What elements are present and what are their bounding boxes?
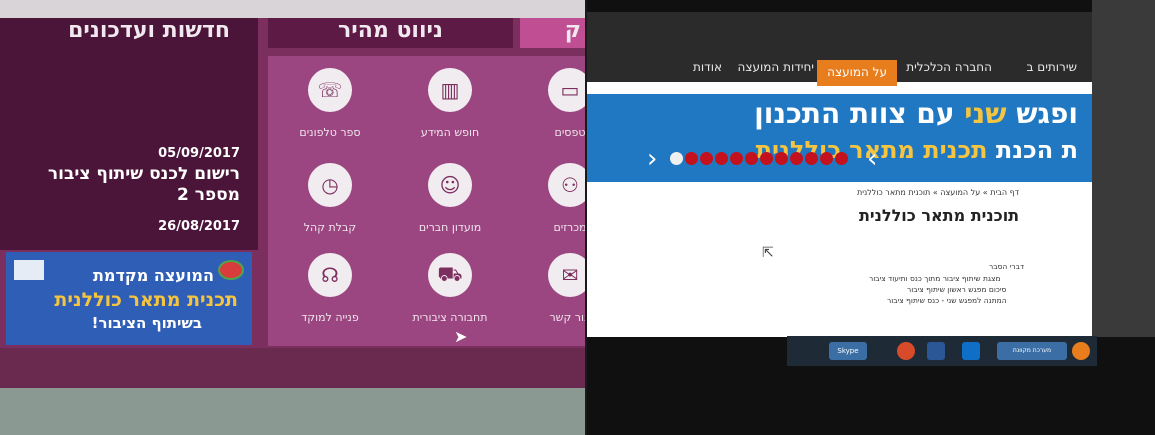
news-header: חדשות ועדכונים: [68, 18, 230, 43]
hero-highlight: שני: [964, 97, 1007, 130]
bottom-band: [0, 348, 585, 388]
doc-link[interactable]: דברי הסבר: [989, 262, 1024, 271]
banner-line-2: תכנית מתאר כוללנית: [54, 289, 238, 311]
slider-dot[interactable]: [790, 152, 803, 165]
slider-dot[interactable]: [775, 152, 788, 165]
desktop-edge: [1092, 0, 1155, 337]
slider-dot[interactable]: [685, 152, 698, 165]
word-icon[interactable]: [927, 342, 945, 360]
tile-tenders[interactable]: ⚇ מכרזים: [530, 163, 585, 234]
tile-hotline[interactable]: ☊ פנייה למוקד: [290, 253, 370, 324]
news-column: [0, 18, 258, 250]
doc-link[interactable]: סיכום מפגש ראשון שיתוף ציבור: [907, 285, 1006, 294]
tile-label: קבלת קהל: [303, 221, 357, 234]
breadcrumb[interactable]: דף הבית » על המועצה » תוכנית מתאר כוללני…: [857, 188, 1019, 197]
clock-icon: ◷: [308, 163, 352, 207]
doc-link[interactable]: מצגת שיתוף ציבור מתוך כנס ותיעוד ציבור: [869, 274, 1001, 283]
nav-about[interactable]: אודות: [693, 60, 722, 86]
hero-text: ת הכנת: [995, 136, 1078, 164]
mouse-cursor-icon: ⇱: [762, 245, 774, 261]
tile-label: תחבורה ציבורית: [412, 311, 488, 324]
tile-forms[interactable]: ▭ טפסים: [530, 68, 585, 139]
nav-council-units[interactable]: יחידות המועצה: [738, 60, 814, 86]
promo-banner[interactable]: המועצה מקדמת תכנית מתאר כוללנית בשיתוף ה…: [6, 252, 252, 345]
people-icon: ⚇: [548, 163, 585, 207]
news-title-link[interactable]: רישום לכנס שיתוף ציבור מספר 2: [0, 164, 240, 206]
hero-line-1: ופגש שני עם צוות התכנון: [754, 97, 1078, 130]
tile-label: מכרזים: [553, 221, 585, 234]
hero-slider: ופגש שני עם צוות התכנון ת הכנת תכנית מתא…: [587, 94, 1092, 182]
tile-label: פנייה למוקד: [301, 311, 359, 324]
left-photo: חדשות ועדכונים ניווט מהיר ק 05/09/2017 ר…: [0, 0, 585, 435]
slider-next-icon[interactable]: ›: [867, 144, 877, 174]
headset-icon: ☊: [308, 253, 352, 297]
firefox-icon[interactable]: [1072, 342, 1090, 360]
slider-dots: [670, 152, 848, 165]
slider-dot[interactable]: [835, 152, 848, 165]
slider-dot[interactable]: [715, 152, 728, 165]
nav-services[interactable]: שירותים ב: [1026, 60, 1077, 86]
banner-line-1: המועצה מקדמת: [93, 266, 214, 285]
council-logo-icon: [218, 260, 244, 280]
chrome-icon[interactable]: [897, 342, 915, 360]
tile-label: צור קשר: [549, 311, 585, 324]
news-date: 05/09/2017: [158, 146, 240, 161]
slider-prev-icon[interactable]: ‹: [647, 144, 657, 174]
page-title: תוכנית מתאר כוללנית: [859, 206, 1020, 225]
tile-label: טפסים: [554, 126, 585, 139]
tile-public-transport[interactable]: ⛟ תחבורה ציבורית: [410, 253, 490, 324]
outlook-icon[interactable]: [962, 342, 980, 360]
tile-phonebook[interactable]: ☏ ספר טלפונים: [290, 68, 370, 139]
right-photo: אודות יחידות המועצה על המועצה החברה הכלכ…: [587, 0, 1155, 435]
slider-dot[interactable]: [745, 152, 758, 165]
corner-header: ק: [520, 18, 585, 48]
tile-members-club[interactable]: ☺ מועדון חברים: [410, 163, 490, 234]
piano-icon: ▥: [428, 68, 472, 112]
banner-line-3: בשיתוף הציבור!: [91, 314, 202, 332]
skype-button[interactable]: Skype: [829, 342, 867, 360]
smiley-icon: ☺: [428, 163, 472, 207]
top-strip: [0, 0, 585, 18]
bus-icon: ⛟: [428, 253, 472, 297]
browser-screen: אודות יחידות המועצה על המועצה החברה הכלכ…: [587, 12, 1092, 337]
tile-freedom-info[interactable]: ▥ חופש המידע: [410, 68, 490, 139]
tile-label: ספר טלפונים: [299, 126, 361, 139]
tile-label: חופש המידע: [420, 126, 480, 139]
nav-economic-company[interactable]: החברה הכלכלית: [906, 60, 992, 86]
chat-icon: ✉: [548, 253, 585, 297]
slider-dot[interactable]: [760, 152, 773, 165]
slider-dot[interactable]: [700, 152, 713, 165]
monitor-edge: [0, 388, 585, 435]
hero-text: ופגש: [1016, 97, 1078, 130]
slider-dot[interactable]: [730, 152, 743, 165]
phone-icon: ☏: [308, 68, 352, 112]
tile-label: מועדון חברים: [418, 221, 482, 234]
news-date: 26/08/2017: [158, 219, 240, 234]
ie-button[interactable]: מערכת מקוונת: [997, 342, 1067, 360]
taskbar: Skype מערכת מקוונת: [787, 336, 1097, 366]
slider-dot[interactable]: [820, 152, 833, 165]
hero-text: עם צוות התכנון: [754, 97, 955, 130]
tile-contact[interactable]: ✉ צור קשר: [530, 253, 585, 324]
doc-link[interactable]: המתנה למפגש שני - כנס שיתוף ציבור: [887, 296, 1007, 305]
folder-icon: ▭: [548, 68, 585, 112]
slider-dot-active[interactable]: [670, 152, 683, 165]
nav-about-council[interactable]: על המועצה: [817, 60, 897, 86]
tile-reception[interactable]: ◷ קבלת קהל: [290, 163, 370, 234]
quick-nav-header: ניווט מהיר: [268, 18, 513, 48]
slider-dot[interactable]: [805, 152, 818, 165]
mouse-cursor-icon: ➤: [454, 327, 468, 346]
seal-icon: [14, 260, 44, 280]
